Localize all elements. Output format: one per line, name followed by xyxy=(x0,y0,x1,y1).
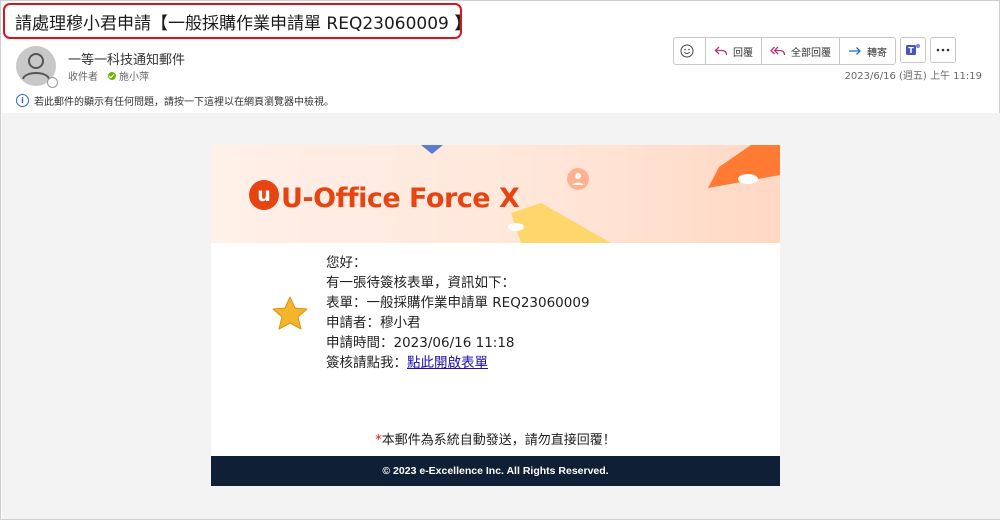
auto-notice: *本郵件為系統自動發送，請勿直接回覆！ xyxy=(211,429,780,448)
star-icon xyxy=(272,296,308,330)
sign-line: 簽核請點我：點此開啟表單 xyxy=(326,353,590,373)
reply-label: 回覆 xyxy=(733,47,753,59)
info-bar[interactable]: i 若此郵件的顯示有任何問題，請按一下這裡以在網頁瀏覽器中檢視。 xyxy=(16,93,334,108)
to-label: 收件者 xyxy=(68,72,98,83)
copyright-footer: © 2023 e-Excellence Inc. All Rights Rese… xyxy=(211,456,780,486)
forward-label: 轉寄 xyxy=(867,47,887,59)
brand-logo: U-Office Force X xyxy=(281,183,520,214)
email-window: 請處理穆小君申請【一般採購作業申請單 REQ23060009 】 一等一科技通知… xyxy=(0,0,1000,520)
brand-banner: u U-Office Force X xyxy=(211,145,780,243)
greeting: 您好： xyxy=(326,255,367,271)
emoji-icon xyxy=(680,44,694,58)
teams-button[interactable]: T xyxy=(900,37,926,63)
emoji-button[interactable] xyxy=(674,38,706,64)
email-body-text: 您好： 有一張待簽核表單，資訊如下： 表單：一般採購作業申請單 REQ23060… xyxy=(326,253,590,373)
received-date: 2023/6/16 (週五) 上午 11:19 xyxy=(844,71,982,82)
open-form-link[interactable]: 點此開啟表單 xyxy=(407,355,488,371)
action-button-group: 回覆 全部回覆 轉寄 xyxy=(673,37,896,65)
notice-text: 本郵件為系統自動發送，請勿直接回覆！ xyxy=(381,433,616,448)
forward-button[interactable]: 轉寄 xyxy=(840,38,895,64)
recipient-row: 收件者 施小萍 xyxy=(68,68,149,83)
logo-mark-icon: u xyxy=(249,180,279,210)
more-icon xyxy=(936,48,950,52)
time-line: 申請時間：2023/06/16 11:18 xyxy=(326,335,515,351)
reply-all-button[interactable]: 全部回覆 xyxy=(762,38,840,64)
sender-name[interactable]: 一等一科技通知郵件 xyxy=(68,49,185,68)
message-toolbar: 回覆 全部回覆 轉寄 T xyxy=(673,37,956,65)
form-line: 表單：一般採購作業申請單 REQ23060009 xyxy=(326,295,590,311)
sign-prefix: 簽核請點我： xyxy=(326,355,407,371)
forward-icon xyxy=(849,47,861,55)
reply-icon xyxy=(714,46,728,56)
email-subject: 請處理穆小君申請【一般採購作業申請單 REQ23060009 】 xyxy=(15,14,472,34)
presence-status-icon xyxy=(47,77,58,88)
teams-icon: T xyxy=(906,44,920,55)
svg-text:T: T xyxy=(908,46,914,55)
more-actions-button[interactable] xyxy=(930,37,956,63)
reply-all-icon xyxy=(770,46,786,56)
recipient-name[interactable]: 施小萍 xyxy=(119,68,149,83)
intro-line: 有一張待簽核表單，資訊如下： xyxy=(326,275,515,291)
info-icon: i xyxy=(16,94,29,107)
email-content: u U-Office Force X 您好： 有一張待簽核表單，資訊如下： 表單… xyxy=(211,145,780,486)
applicant-line: 申請者：穆小君 xyxy=(326,315,421,331)
reply-all-label: 全部回覆 xyxy=(791,47,831,59)
reply-button[interactable]: 回覆 xyxy=(706,38,762,64)
info-message[interactable]: 若此郵件的顯示有任何問題，請按一下這裡以在網頁瀏覽器中檢視。 xyxy=(34,93,334,108)
available-status-icon xyxy=(108,71,116,80)
